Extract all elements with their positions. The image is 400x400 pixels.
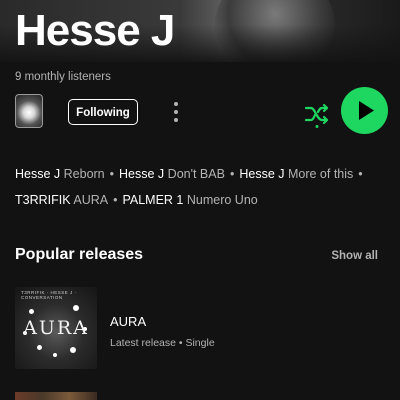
link-artist: Hesse J (15, 167, 61, 181)
featured-link[interactable]: Hesse J Don't BAB (119, 167, 225, 181)
link-title: Reborn (63, 167, 105, 181)
cover-credits: T3RRIFIK · HESSE J · CONVERSATION (21, 290, 77, 300)
link-artist: Hesse J (119, 167, 165, 181)
link-title: AURA (73, 193, 109, 207)
show-all-link[interactable]: Show all (331, 250, 378, 262)
link-title: Numero Uno (186, 193, 258, 207)
link-title: More of this (287, 167, 354, 181)
play-icon (359, 101, 374, 120)
shuffle-icon[interactable] (303, 100, 331, 128)
cover-wordmark: AURA (23, 317, 89, 339)
artist-name: Hesse J (15, 6, 175, 55)
artist-thumbnail[interactable] (15, 94, 43, 128)
featured-links-row-2: T3RRIFIK AURA • PALMER 1 Numero Uno (15, 191, 390, 209)
popular-releases-heading: Popular releases (15, 246, 144, 263)
featured-link[interactable]: T3RRIFIK AURA (15, 193, 108, 207)
featured-links-row-1: Hesse J Reborn • Hesse J Don't BAB • Hesse J… (15, 165, 390, 183)
next-release-cover[interactable] (15, 392, 97, 400)
featured-link[interactable]: Hesse J More of this (239, 167, 353, 181)
link-artist: T3RRIFIK (15, 193, 71, 207)
more-vertical-icon[interactable] (168, 100, 184, 124)
release-title[interactable]: AURA (110, 314, 146, 329)
link-separator: • (358, 167, 363, 181)
link-artist: Hesse J (239, 167, 285, 181)
release-cover-art[interactable]: T3RRIFIK · HESSE J · CONVERSATION AURA (15, 287, 97, 369)
monthly-listeners: 9 monthly listeners (15, 71, 111, 83)
following-button[interactable]: Following (68, 99, 138, 125)
play-button[interactable] (341, 87, 388, 134)
link-separator: • (109, 167, 115, 181)
link-artist: PALMER 1 (122, 193, 184, 207)
featured-link[interactable]: PALMER 1 Numero Uno (122, 193, 257, 207)
release-subtitle: Latest release • Single (110, 337, 215, 349)
link-title: Don't BAB (167, 167, 225, 181)
featured-link[interactable]: Hesse J Reborn (15, 167, 105, 181)
link-separator: • (113, 193, 118, 207)
link-separator: • (229, 167, 235, 181)
